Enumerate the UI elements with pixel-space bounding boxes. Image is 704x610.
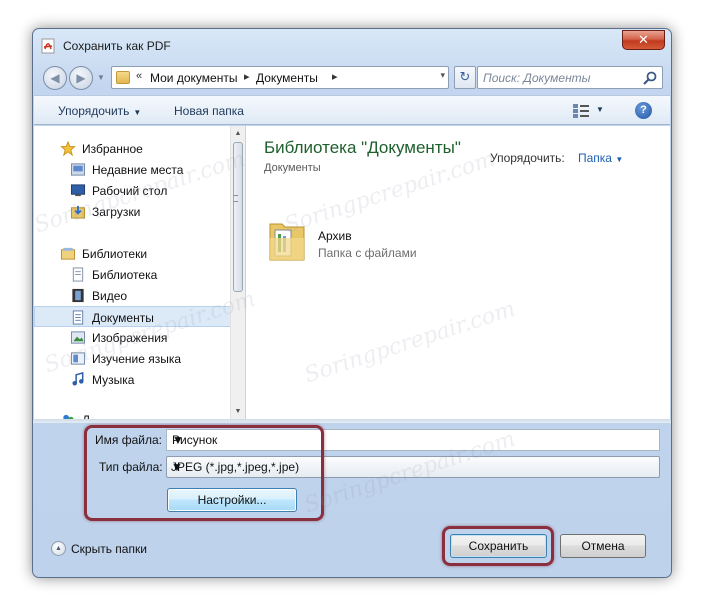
nav-item-recent-places[interactable]: Недавние места bbox=[34, 159, 231, 180]
search-placeholder: Поиск: Документы bbox=[483, 71, 591, 85]
nav-label: Избранное bbox=[82, 142, 143, 156]
nav-label: Загрузки bbox=[92, 205, 141, 219]
breadcrumb-my-documents[interactable]: Мои документы bbox=[150, 71, 237, 85]
navigation-scrollbar[interactable]: ▲ ▼ bbox=[230, 126, 245, 419]
folder-type: Папка с файлами bbox=[318, 246, 417, 260]
save-dialog-window: Сохранить как PDF ✕ ◀ ▶ ▼ « Мои документ… bbox=[32, 28, 672, 578]
breadcrumb-overflow[interactable]: « bbox=[136, 70, 142, 82]
nav-item-documents[interactable]: Документы bbox=[34, 306, 231, 327]
change-view-icon[interactable] bbox=[572, 103, 590, 119]
nav-item-music[interactable]: Музыка bbox=[34, 369, 231, 390]
close-icon: ✕ bbox=[638, 32, 649, 47]
nav-label: Изучение языка bbox=[92, 352, 182, 366]
documents-icon bbox=[72, 310, 84, 325]
close-button[interactable]: ✕ bbox=[622, 30, 665, 50]
arrange-by-dropdown[interactable]: Папка ▼ bbox=[578, 151, 623, 165]
filename-settings-highlight bbox=[84, 425, 324, 521]
arrange-by-label: Упорядочить: bbox=[490, 151, 565, 165]
desktop-icon bbox=[70, 184, 86, 197]
breadcrumb-separator[interactable]: ▸ bbox=[244, 70, 250, 83]
music-icon bbox=[72, 372, 84, 386]
forward-button[interactable]: ▶ bbox=[69, 66, 93, 90]
nav-label: Библиотека bbox=[92, 268, 158, 282]
chevron-down-icon: ▼ bbox=[133, 108, 142, 117]
pictures-icon bbox=[70, 331, 86, 344]
recent-pages-dropdown-icon[interactable]: ▼ bbox=[97, 73, 105, 82]
navigation-pane: Избранное Недавние места Рабочий стол За… bbox=[34, 126, 245, 419]
back-arrow-icon: ◀ bbox=[50, 71, 60, 85]
scroll-down-icon[interactable]: ▼ bbox=[231, 404, 245, 419]
chevron-up-icon: ▲ bbox=[51, 541, 66, 556]
libraries-icon bbox=[60, 247, 76, 260]
command-toolbar: Упорядочить ▼ Новая папка ▼ ? bbox=[34, 95, 670, 125]
recent-places-icon bbox=[70, 163, 86, 176]
video-icon bbox=[72, 288, 84, 303]
cancel-button[interactable]: Отмена bbox=[560, 534, 646, 558]
scrollbar-grip-icon bbox=[233, 195, 238, 202]
nav-item-video[interactable]: Видео bbox=[34, 285, 231, 306]
hide-folders-label: Скрыть папки bbox=[71, 542, 147, 556]
help-icon[interactable]: ? bbox=[635, 102, 652, 119]
back-button[interactable]: ◀ bbox=[43, 66, 67, 90]
search-icon[interactable] bbox=[642, 70, 658, 86]
pdf-icon bbox=[41, 38, 55, 54]
nav-label: Библиотеки bbox=[82, 247, 148, 261]
nav-item-pictures[interactable]: Изображения bbox=[34, 327, 231, 348]
navigation-row: ◀ ▶ ▼ « Мои документы ▸ Документы ▸ ▾ ↻ … bbox=[41, 63, 663, 91]
nav-label: Изображения bbox=[92, 331, 168, 345]
nav-label: Видео bbox=[92, 289, 128, 303]
arrange-by-value: Папка bbox=[578, 151, 612, 165]
folder-icon bbox=[116, 71, 130, 84]
library-title: Библиотека "Документы" bbox=[264, 138, 461, 157]
search-input[interactable]: Поиск: Документы bbox=[477, 66, 663, 89]
file-list-pane: Библиотека "Документы" Документы Упорядо… bbox=[246, 126, 670, 419]
nav-item-homegroup[interactable]: Д bbox=[34, 409, 231, 419]
nav-label: Недавние места bbox=[92, 163, 184, 177]
scroll-up-icon[interactable]: ▲ bbox=[231, 126, 245, 141]
language-library-icon bbox=[70, 352, 86, 365]
breadcrumb-documents[interactable]: Документы bbox=[256, 71, 318, 85]
new-folder-button[interactable]: Новая папка bbox=[174, 104, 244, 118]
library-icon bbox=[72, 267, 84, 282]
breadcrumb-separator[interactable]: ▸ bbox=[332, 70, 338, 83]
title-bar[interactable]: Сохранить как PDF ✕ bbox=[33, 29, 671, 63]
window-title: Сохранить как PDF bbox=[63, 39, 171, 53]
nav-item-downloads[interactable]: Загрузки bbox=[34, 201, 231, 222]
view-dropdown-icon[interactable]: ▼ bbox=[596, 105, 604, 114]
save-button-highlight bbox=[442, 526, 554, 566]
downloads-icon bbox=[70, 205, 86, 219]
nav-label: Музыка bbox=[92, 373, 135, 387]
organize-button[interactable]: Упорядочить ▼ bbox=[58, 104, 141, 118]
library-subtitle: Документы bbox=[264, 162, 321, 174]
folder-name: Архив bbox=[318, 229, 352, 243]
nav-label: Рабочий стол bbox=[92, 184, 168, 198]
nav-item-library[interactable]: Библиотека bbox=[34, 264, 231, 285]
address-dropdown-icon[interactable]: ▾ bbox=[440, 70, 445, 81]
scrollbar-thumb[interactable] bbox=[233, 142, 243, 292]
refresh-icon: ↻ bbox=[459, 69, 471, 84]
pane-separator bbox=[33, 419, 671, 423]
address-bar[interactable]: « Мои документы ▸ Документы ▸ ▾ bbox=[111, 66, 449, 89]
nav-item-language-study[interactable]: Изучение языка bbox=[34, 348, 231, 369]
folder-icon bbox=[269, 223, 305, 261]
nav-item-libraries[interactable]: Библиотеки bbox=[34, 243, 231, 264]
chevron-down-icon: ▼ bbox=[615, 155, 624, 164]
forward-arrow-icon: ▶ bbox=[76, 71, 86, 85]
nav-label: Документы bbox=[92, 311, 154, 325]
star-icon bbox=[60, 141, 76, 156]
nav-item-desktop[interactable]: Рабочий стол bbox=[34, 180, 231, 201]
homegroup-icon bbox=[63, 414, 74, 419]
refresh-button[interactable]: ↻ bbox=[454, 66, 476, 89]
nav-item-favorites[interactable]: Избранное bbox=[34, 138, 231, 159]
organize-label: Упорядочить bbox=[58, 104, 130, 118]
